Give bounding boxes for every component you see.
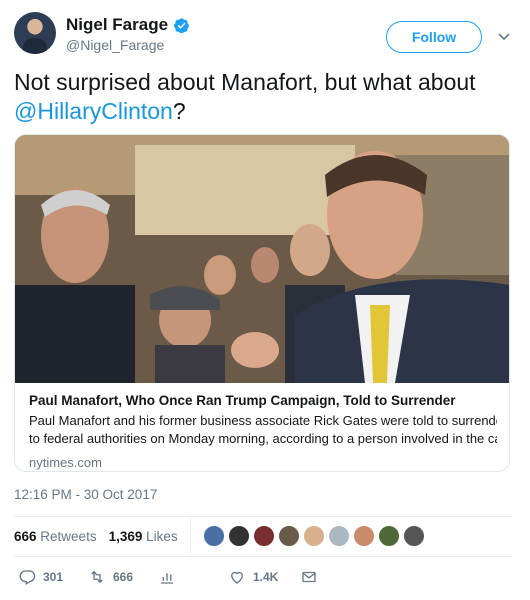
liker-avatar[interactable] (227, 525, 250, 547)
link-card[interactable]: Paul Manafort, Who Once Ran Trump Campai… (14, 134, 510, 472)
dm-button[interactable] (300, 568, 318, 586)
reply-button[interactable]: 301 (18, 568, 63, 586)
card-domain: nytimes.com (29, 455, 102, 470)
envelope-icon (302, 571, 316, 583)
tweet-text-before: Not surprised about Manafort, but what a… (14, 69, 476, 95)
liker-avatar[interactable] (402, 525, 425, 547)
card-description-line-2: to federal authorities on Monday morning… (29, 431, 497, 446)
chevron-down-icon[interactable] (496, 28, 512, 44)
heart-icon (231, 571, 243, 584)
card-title: Paul Manafort, Who Once Ran Trump Campai… (29, 393, 456, 408)
liker-avatar[interactable] (352, 525, 375, 547)
avatar[interactable] (14, 12, 56, 54)
card-photo (15, 135, 509, 383)
follow-button[interactable]: Follow (386, 21, 482, 53)
tweet-text-after: ? (172, 98, 186, 124)
mention-link[interactable]: @HillaryClinton (14, 98, 173, 124)
card-body: Paul Manafort, Who Once Ran Trump Campai… (15, 383, 509, 471)
stats-separator (189, 518, 191, 554)
tweet-text: Not surprised about Manafort, but what a… (14, 68, 514, 126)
retweets-label: Retweets (40, 528, 97, 544)
user-name[interactable]: Nigel Farage (66, 15, 168, 35)
card-description-line-1: Paul Manafort and his former business as… (29, 413, 497, 428)
retweet-button[interactable]: 666 (88, 568, 133, 586)
likes-label: Likes (146, 528, 178, 544)
analytics-icon (161, 573, 173, 584)
divider (14, 516, 512, 517)
like-count: 1.4K (253, 570, 279, 584)
liker-avatar[interactable] (202, 525, 225, 547)
liker-avatar[interactable] (252, 525, 275, 547)
tweet-actions: 301 666 1.4K (18, 568, 498, 590)
liker-avatar[interactable] (377, 525, 400, 547)
divider (14, 556, 512, 557)
liker-avatar[interactable] (302, 525, 325, 547)
stats-button[interactable] (158, 568, 176, 586)
likers-avatars (202, 525, 425, 547)
retweet-count: 666 (113, 570, 134, 584)
card-description: Paul Manafort and his former business as… (29, 412, 497, 448)
tweet-timestamp[interactable]: 12:16 PM - 30 Oct 2017 (14, 487, 157, 502)
likes-stat[interactable]: 1,369 Likes (109, 529, 178, 544)
reply-icon (19, 570, 36, 585)
retweets-stat[interactable]: 666 Retweets (14, 529, 97, 544)
tweet-header: Nigel Farage @Nigel_Farage Follow (14, 12, 516, 56)
likes-count: 1,369 (108, 528, 143, 544)
liker-avatar[interactable] (277, 525, 300, 547)
liker-avatar[interactable] (327, 525, 350, 547)
verified-badge-icon (174, 17, 189, 33)
tweet-stats: 666 Retweets 1,369 Likes (14, 518, 512, 554)
reply-count: 301 (43, 570, 64, 584)
name-row: Nigel Farage (66, 15, 190, 35)
user-handle[interactable]: @Nigel_Farage (66, 37, 164, 53)
retweet-icon (91, 570, 103, 584)
retweets-count: 666 (14, 528, 37, 544)
like-button[interactable]: 1.4K (228, 568, 278, 586)
